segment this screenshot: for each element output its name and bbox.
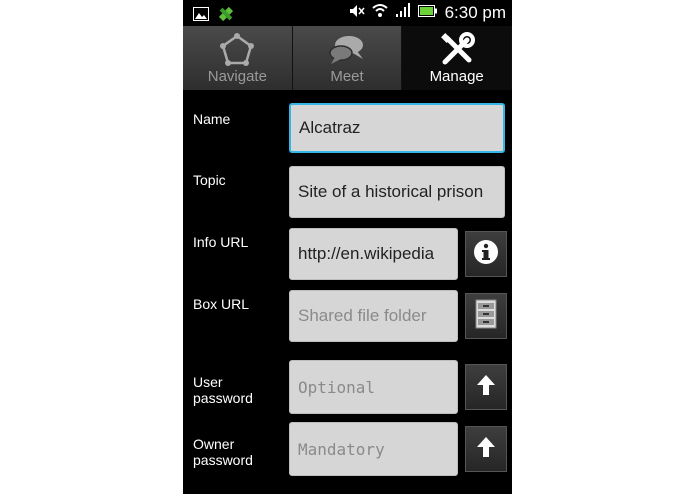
manage-form: Name Alcatraz Topic Site of a historical… — [183, 90, 512, 494]
tab-manage[interactable]: Manage — [402, 26, 512, 90]
arrow-up-icon — [476, 374, 496, 401]
name-field[interactable]: Alcatraz — [289, 103, 505, 153]
image-icon — [193, 7, 209, 26]
owner-password-upload-button[interactable] — [465, 426, 507, 472]
tab-bar: Navigate Meet Manage — [183, 26, 512, 90]
battery-icon — [417, 3, 438, 23]
tab-meet-label: Meet — [330, 68, 364, 85]
user-password-label: User password — [193, 374, 253, 406]
chat-bubbles-icon — [329, 30, 365, 70]
arrow-up-icon — [476, 436, 496, 463]
owner-password-field[interactable]: Mandatory — [289, 422, 458, 476]
tools-icon — [439, 30, 475, 70]
status-bar: 6:30 pm — [183, 0, 512, 26]
box-url-field[interactable]: Shared file folder — [289, 290, 458, 342]
phone-screen: 6:30 pm Navigate Meet Manage Name Alcatr — [183, 0, 512, 494]
status-time: 6:30 pm — [444, 2, 506, 22]
wifi-icon — [371, 2, 388, 23]
box-url-label: Box URL — [193, 296, 250, 312]
user-password-upload-button[interactable] — [465, 364, 507, 410]
topic-field[interactable]: Site of a historical prison — [289, 166, 505, 218]
signal-icon — [395, 2, 411, 23]
gps-icon — [217, 5, 235, 28]
mute-icon — [349, 3, 365, 23]
owner-password-label: Owner password — [193, 436, 253, 468]
topic-label: Topic — [193, 172, 226, 188]
tab-navigate-label: Navigate — [207, 68, 267, 85]
name-label: Name — [193, 111, 231, 127]
info-button[interactable] — [465, 231, 507, 277]
file-cabinet-button[interactable] — [465, 293, 507, 339]
file-cabinet-icon — [475, 299, 497, 334]
tab-meet[interactable]: Meet — [292, 26, 403, 90]
tab-navigate[interactable]: Navigate — [183, 26, 293, 90]
pentagon-icon — [219, 30, 255, 70]
tab-manage-label: Manage — [429, 68, 484, 85]
info-url-field[interactable]: http://en.wikipedia — [289, 228, 458, 280]
info-url-label: Info URL — [193, 234, 249, 250]
info-icon — [473, 239, 499, 270]
user-password-field[interactable]: Optional — [289, 360, 458, 414]
